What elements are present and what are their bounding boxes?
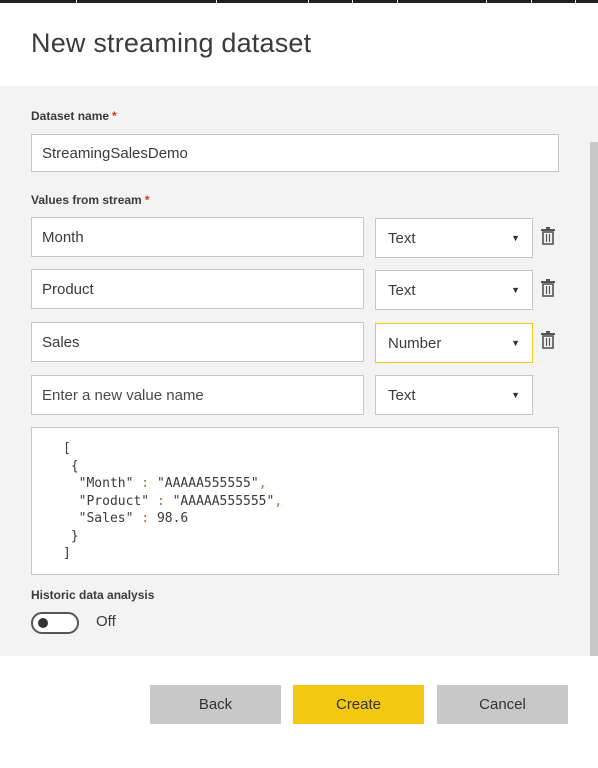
chevron-down-icon: ▼ (511, 390, 520, 400)
toggle-state-text: Off (96, 613, 116, 630)
value-name-input-sales[interactable]: Sales (31, 322, 364, 362)
back-button[interactable]: Back (150, 685, 281, 724)
window-top-strip (0, 0, 598, 3)
chevron-down-icon: ▼ (511, 285, 520, 295)
new-value-type-select[interactable]: Text ▼ (375, 375, 533, 415)
value-name-input-month[interactable]: Month (31, 217, 364, 257)
historic-data-toggle[interactable] (31, 612, 79, 634)
json-preview-code: [ { "Month" : "AAAAA555555", "Product" :… (63, 441, 283, 561)
trash-icon[interactable] (540, 331, 556, 349)
scrollbar[interactable] (590, 142, 598, 656)
value-type-select-sales[interactable]: Number ▼ (375, 323, 533, 363)
chevron-down-icon: ▼ (511, 338, 520, 348)
value-type-selected: Text (388, 386, 416, 404)
dataset-name-label: Dataset name * (31, 109, 117, 123)
value-type-selected: Number (388, 334, 442, 352)
value-type-select-month[interactable]: Text ▼ (375, 218, 533, 258)
value-type-select-product[interactable]: Text ▼ (375, 270, 533, 310)
trash-icon[interactable] (540, 227, 556, 245)
toggle-knob (38, 618, 48, 628)
required-mark: * (144, 193, 150, 207)
required-mark: * (112, 109, 117, 123)
value-name-input-product[interactable]: Product (31, 269, 364, 309)
dialog-title: New streaming dataset (31, 28, 312, 58)
create-button[interactable]: Create (293, 685, 424, 724)
chevron-down-icon: ▼ (511, 233, 520, 243)
new-value-name-input[interactable]: Enter a new value name (31, 375, 364, 415)
cancel-button[interactable]: Cancel (437, 685, 568, 724)
value-type-selected: Text (388, 281, 416, 299)
value-type-selected: Text (388, 229, 416, 247)
historic-data-label: Historic data analysis (31, 588, 155, 602)
trash-icon[interactable] (540, 279, 556, 297)
values-from-stream-label: Values from stream * (31, 193, 150, 207)
json-preview[interactable]: [ { "Month" : "AAAAA555555", "Product" :… (31, 427, 559, 575)
dataset-name-input[interactable]: StreamingSalesDemo (31, 134, 559, 172)
